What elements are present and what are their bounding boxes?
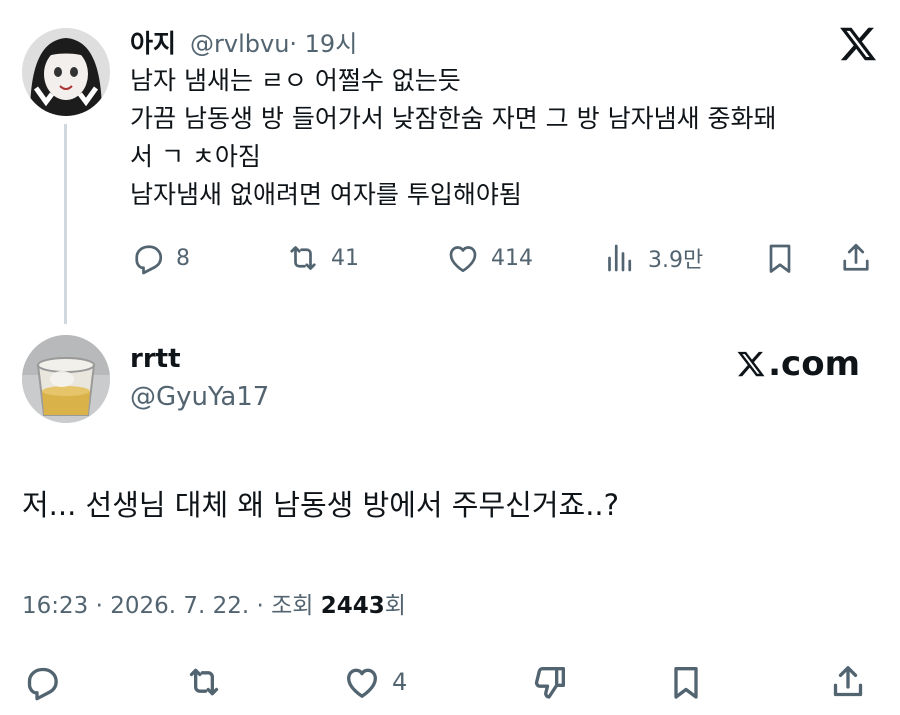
retweet-icon — [189, 668, 219, 696]
tweet-text: 저... 선생님 대체 왜 남동생 방에서 주무신거죠..? — [22, 488, 620, 522]
like-icon — [449, 246, 477, 273]
user-handle[interactable]: @rvlbvu — [190, 30, 289, 58]
share-icon — [843, 243, 869, 271]
tweet-header: 아지 @rvlbvu · 19시 — [130, 24, 357, 58]
brand-text: .com — [768, 344, 860, 384]
bookmark-button[interactable] — [666, 660, 706, 704]
tweet-line: 남자냄새 없애려면 여자를 투입해야됨 — [130, 180, 522, 209]
reply-count: 8 — [176, 245, 190, 271]
tweet-actions: 8 41 414 3.9만 — [130, 236, 878, 280]
display-name[interactable]: rrtt — [130, 344, 181, 374]
dislike-button[interactable] — [530, 660, 570, 704]
share-button[interactable] — [828, 660, 868, 704]
reply-button[interactable] — [22, 660, 62, 704]
share-icon — [833, 666, 863, 697]
retweet-button[interactable] — [184, 660, 224, 704]
display-name[interactable]: 아지 — [130, 24, 176, 60]
like-count: 4 — [392, 668, 408, 696]
user-handle[interactable]: @GyuYa17 — [130, 382, 269, 412]
reply-icon — [27, 667, 58, 701]
view-count-suffix: 회 — [384, 593, 406, 619]
tweet-actions: 4 — [22, 660, 872, 704]
bookmark-icon — [769, 244, 791, 273]
tweet-text: 남자 냄새는 ㄹㅇ 어쩔수 없는듯 가끔 남동생 방 들어가서 낮잠한숨 자면 … — [130, 62, 885, 214]
tweet-line: 가끔 남동생 방 들어가서 낮잠한숨 자면 그 방 남자냄새 중화돼 — [130, 104, 777, 133]
view-count: 2443 — [320, 593, 385, 619]
like-icon — [347, 668, 377, 698]
like-button[interactable]: 4 — [342, 660, 407, 704]
x-logo-icon[interactable] — [838, 24, 878, 64]
bookmark-icon — [674, 667, 698, 699]
views-count: 3.9만 — [648, 248, 704, 273]
x-logo-icon — [737, 351, 765, 377]
views-button[interactable]: 3.9만 — [602, 236, 703, 280]
like-button[interactable]: 414 — [445, 236, 533, 280]
thread-connector — [64, 124, 67, 324]
avatar[interactable] — [22, 28, 110, 116]
tweet-timestamp[interactable]: 16:23 · 2026. 7. 22. · 조회 — [22, 593, 321, 619]
xcom-watermark: .com — [736, 344, 860, 384]
tweet-meta: 16:23 · 2026. 7. 22. · 조회 2443회 — [22, 586, 406, 620]
reply-button[interactable]: 8 — [130, 236, 190, 280]
avatar[interactable] — [22, 335, 110, 423]
retweet-icon — [290, 246, 316, 270]
reply-icon — [135, 245, 163, 275]
tweet-line: 서 ㄱ ㅊ아짐 — [130, 142, 261, 171]
views-icon — [608, 244, 632, 272]
bookmark-button[interactable] — [762, 236, 798, 280]
like-count: 414 — [491, 245, 533, 271]
share-button[interactable] — [838, 236, 874, 280]
tweet-line: 남자 냄새는 ㄹㅇ 어쩔수 없는듯 — [130, 66, 461, 95]
retweet-button[interactable]: 41 — [285, 236, 359, 280]
tweet-time[interactable]: · 19시 — [289, 24, 357, 59]
dislike-icon — [534, 667, 565, 699]
retweet-count: 41 — [331, 245, 359, 271]
